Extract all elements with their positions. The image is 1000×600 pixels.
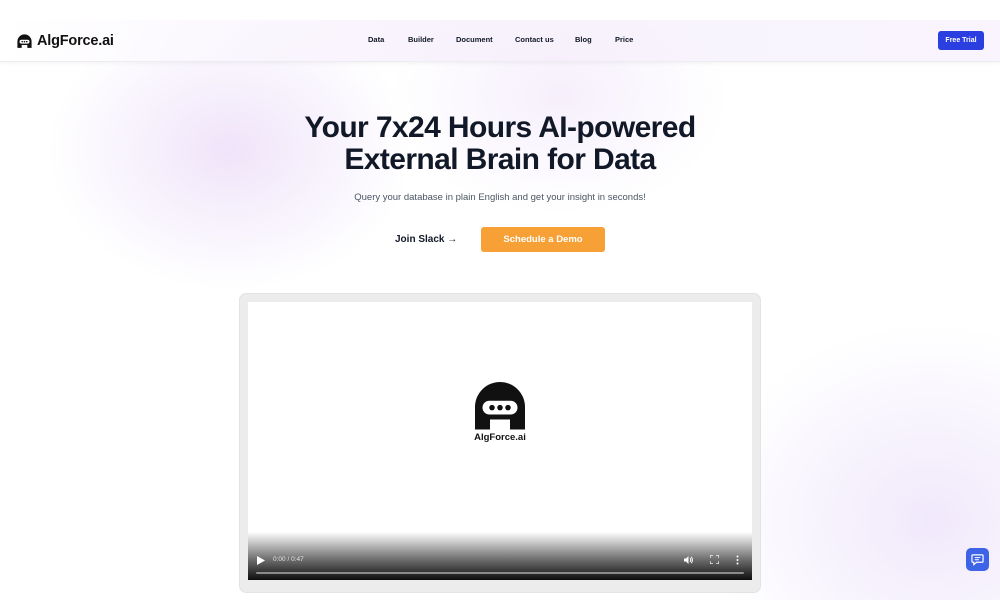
nav-item-contact-us[interactable]: Contact us xyxy=(515,35,554,44)
fullscreen-icon[interactable] xyxy=(710,555,719,564)
nav-item-data[interactable]: Data xyxy=(368,35,384,44)
video-brand-label: AlgForce.ai xyxy=(474,432,526,443)
top-strip xyxy=(0,0,1000,20)
chat-icon xyxy=(971,554,984,566)
hero-title-line1: Your 7x24 Hours AI-powered xyxy=(304,111,696,144)
nav-item-builder[interactable]: Builder xyxy=(408,35,434,44)
site-header: AlgForce.ai Data Builder Document Contac… xyxy=(0,20,1000,62)
hero-subtitle: Query your database in plain English and… xyxy=(354,192,646,203)
play-icon[interactable] xyxy=(257,556,265,565)
video-time: 0:00 / 0:47 xyxy=(273,556,304,563)
join-slack-link[interactable]: Join Slack → xyxy=(395,234,457,245)
chat-widget-button[interactable] xyxy=(966,548,989,571)
free-trial-button[interactable]: Free Trial xyxy=(938,31,984,50)
hero-title: Your 7x24 Hours AI-powered External Brai… xyxy=(0,112,1000,176)
nav-item-blog[interactable]: Blog xyxy=(575,35,592,44)
main-nav: Data Builder Document Contact us Blog Pr… xyxy=(0,35,1000,49)
volume-icon[interactable] xyxy=(684,555,694,565)
robot-logo-icon xyxy=(475,382,525,430)
nav-item-document[interactable]: Document xyxy=(456,35,493,44)
video-player[interactable]: AlgForce.ai 0:00 / 0:47 xyxy=(248,302,752,580)
more-options-icon[interactable] xyxy=(735,555,740,565)
hero-title-line2: External Brain for Data xyxy=(344,143,656,176)
nav-item-price[interactable]: Price xyxy=(615,35,633,44)
video-progress-bar[interactable] xyxy=(256,572,744,574)
schedule-demo-button[interactable]: Schedule a Demo xyxy=(481,227,605,252)
